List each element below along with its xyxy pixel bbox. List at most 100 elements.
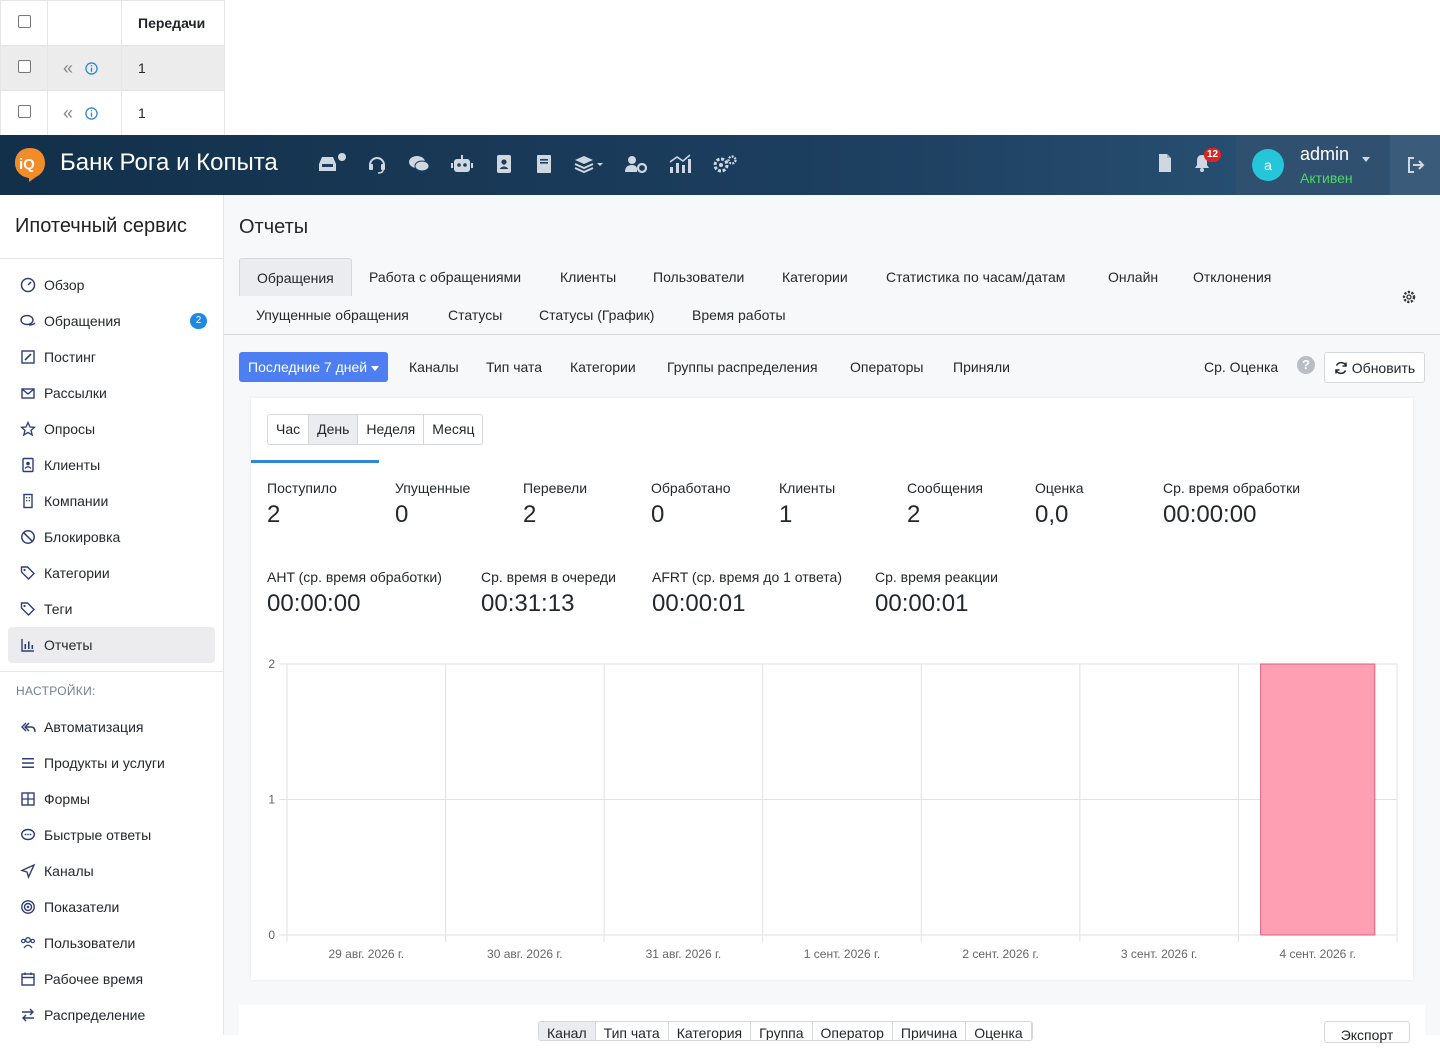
- tab-statuses[interactable]: Статусы: [431, 296, 519, 334]
- sidebar-item-users[interactable]: Пользователи: [8, 925, 215, 961]
- sidebar-item-surveys[interactable]: Опросы: [8, 411, 215, 447]
- granularity-week[interactable]: Неделя: [358, 415, 425, 444]
- sidebar-item-automation[interactable]: Автоматизация: [8, 709, 215, 745]
- tab-categories[interactable]: Категории: [765, 258, 865, 296]
- transfers-header: Передачи: [121, 0, 225, 46]
- sidebar-item-indicators[interactable]: Показатели: [8, 889, 215, 925]
- gear-icon[interactable]: [1401, 289, 1417, 305]
- breakdown-tab-rating[interactable]: Оценка: [966, 1022, 1032, 1040]
- sidebar-item-channels[interactable]: Каналы: [8, 853, 215, 889]
- export-button[interactable]: Экспорт: [1324, 1021, 1410, 1043]
- filter-distribution-groups[interactable]: Группы распределения: [667, 352, 818, 382]
- sidebar-item-overview[interactable]: Обзор: [8, 267, 215, 303]
- sidebar-item-posting[interactable]: Постинг: [8, 339, 215, 375]
- double-chevron-left-icon[interactable]: «: [63, 59, 73, 77]
- chevron-down-icon: [371, 365, 380, 371]
- row-checkbox[interactable]: [17, 105, 31, 118]
- breakdown-tab-operator[interactable]: Оператор: [813, 1022, 893, 1040]
- app-logo[interactable]: iQ: [14, 147, 46, 183]
- comment-icon: [20, 828, 36, 841]
- document-icon[interactable]: [1157, 153, 1173, 173]
- transfers-cell: 1: [121, 90, 225, 136]
- breakdown-tab-reason[interactable]: Причина: [893, 1022, 967, 1040]
- refresh-button[interactable]: Обновить: [1324, 352, 1425, 383]
- sidebar-item-companies[interactable]: Компании: [8, 483, 215, 519]
- sidebar-divider: [0, 671, 223, 672]
- sidebar-item-blocking[interactable]: Блокировка: [8, 519, 215, 555]
- select-all-checkbox[interactable]: [17, 15, 31, 28]
- avg-rating-filter[interactable]: Ср. Оценка: [1204, 352, 1278, 382]
- breakdown-tab-chat-type[interactable]: Тип чата: [596, 1022, 669, 1040]
- granularity-hour[interactable]: Час: [268, 415, 310, 444]
- headset-icon[interactable]: [366, 153, 388, 175]
- sidebar-item-quick-replies[interactable]: Быстрые ответы: [8, 817, 215, 853]
- inbox-icon[interactable]: [316, 153, 346, 175]
- robot-icon[interactable]: [450, 153, 474, 175]
- tab-missed-requests[interactable]: Упущенные обращения: [239, 296, 426, 334]
- chat-icon[interactable]: [408, 153, 430, 175]
- tab-work-time[interactable]: Время работы: [675, 296, 803, 334]
- tab-request-work[interactable]: Работа с обращениями: [352, 258, 538, 296]
- granularity-month[interactable]: Месяц: [424, 415, 482, 444]
- list-icon: [22, 758, 34, 768]
- metric-queue-time: Ср. время в очереди 00:31:13: [481, 569, 616, 617]
- filter-accepted[interactable]: Приняли: [953, 352, 1010, 382]
- tags-icon: [20, 566, 35, 580]
- tab-clients[interactable]: Клиенты: [543, 258, 633, 296]
- main-content: Отчеты Обращения Работа с обращениями Кл…: [224, 195, 1440, 1045]
- sidebar-item-requests[interactable]: Обращения 2: [8, 303, 215, 339]
- sidebar-item-work-time[interactable]: Рабочее время: [8, 961, 215, 997]
- y-tick-label: 0: [268, 928, 275, 942]
- metric-processed: Обработано 0: [651, 480, 731, 528]
- sidebar-item-distribution[interactable]: Распределение: [8, 997, 215, 1033]
- filter-chat-type[interactable]: Тип чата: [486, 352, 542, 382]
- metric-aht: AHT (ср. время обработки) 00:00:00: [267, 569, 442, 617]
- sidebar-item-clients[interactable]: Клиенты: [8, 447, 215, 483]
- tab-users[interactable]: Пользователи: [636, 258, 761, 296]
- metric-clients: Клиенты 1: [779, 480, 836, 528]
- dashboard-icon: [20, 277, 36, 293]
- filter-channels[interactable]: Каналы: [409, 352, 459, 382]
- mail-icon: [21, 388, 35, 399]
- settings-icon[interactable]: [712, 153, 738, 175]
- chart-bar: [1260, 663, 1376, 936]
- period-dropdown[interactable]: Последние 7 дней: [239, 352, 389, 382]
- sidebar-item-reports[interactable]: Отчеты: [8, 627, 215, 663]
- breakdown-tab-channel[interactable]: Канал: [539, 1022, 596, 1040]
- table-row[interactable]: « 1: [0, 90, 225, 136]
- top-navbar: iQ Банк Рога и Копыта: [0, 135, 1440, 195]
- breakdown-tab-category[interactable]: Категория: [669, 1022, 752, 1040]
- tab-hourly-stats[interactable]: Статистика по часам/датам: [869, 258, 1082, 296]
- granularity-day[interactable]: День: [309, 415, 359, 444]
- sidebar-item-products[interactable]: Продукты и услуги: [8, 745, 215, 781]
- y-tick-label: 1: [268, 793, 275, 807]
- contacts-icon[interactable]: [494, 153, 514, 175]
- logout-button[interactable]: [1390, 135, 1440, 195]
- double-chevron-left-icon[interactable]: «: [63, 104, 73, 122]
- sidebar-item-tags[interactable]: Теги: [8, 591, 215, 627]
- table-row[interactable]: « 1: [0, 45, 225, 91]
- sidebar-item-categories[interactable]: Категории: [8, 555, 215, 591]
- brand-name[interactable]: Банк Рога и Копыта: [60, 149, 278, 177]
- contact-icon: [22, 457, 34, 473]
- info-icon[interactable]: [85, 61, 98, 75]
- user-menu[interactable]: a admin Активен: [1236, 135, 1388, 195]
- filter-operators[interactable]: Операторы: [850, 352, 923, 382]
- tab-requests[interactable]: Обращения: [239, 258, 352, 296]
- help-icon[interactable]: ?: [1297, 356, 1315, 374]
- transfers-table: Передачи « 1 « 1: [0, 0, 225, 136]
- tab-statuses-chart[interactable]: Статусы (График): [522, 296, 671, 334]
- x-tick-label: 31 авг. 2026 г.: [646, 947, 722, 961]
- filter-categories[interactable]: Категории: [570, 352, 636, 382]
- row-checkbox[interactable]: [17, 60, 31, 73]
- info-icon[interactable]: [85, 106, 98, 120]
- book-icon[interactable]: [534, 153, 554, 175]
- sidebar-item-forms[interactable]: Формы: [8, 781, 215, 817]
- chart-icon[interactable]: [668, 153, 692, 175]
- users-gear-icon[interactable]: [624, 153, 648, 175]
- tab-deviations[interactable]: Отклонения: [1176, 258, 1288, 296]
- sidebar-item-mailings[interactable]: Рассылки: [8, 375, 215, 411]
- layers-icon[interactable]: [574, 153, 604, 175]
- breakdown-tab-group[interactable]: Группа: [751, 1022, 813, 1040]
- tab-online[interactable]: Онлайн: [1091, 258, 1175, 296]
